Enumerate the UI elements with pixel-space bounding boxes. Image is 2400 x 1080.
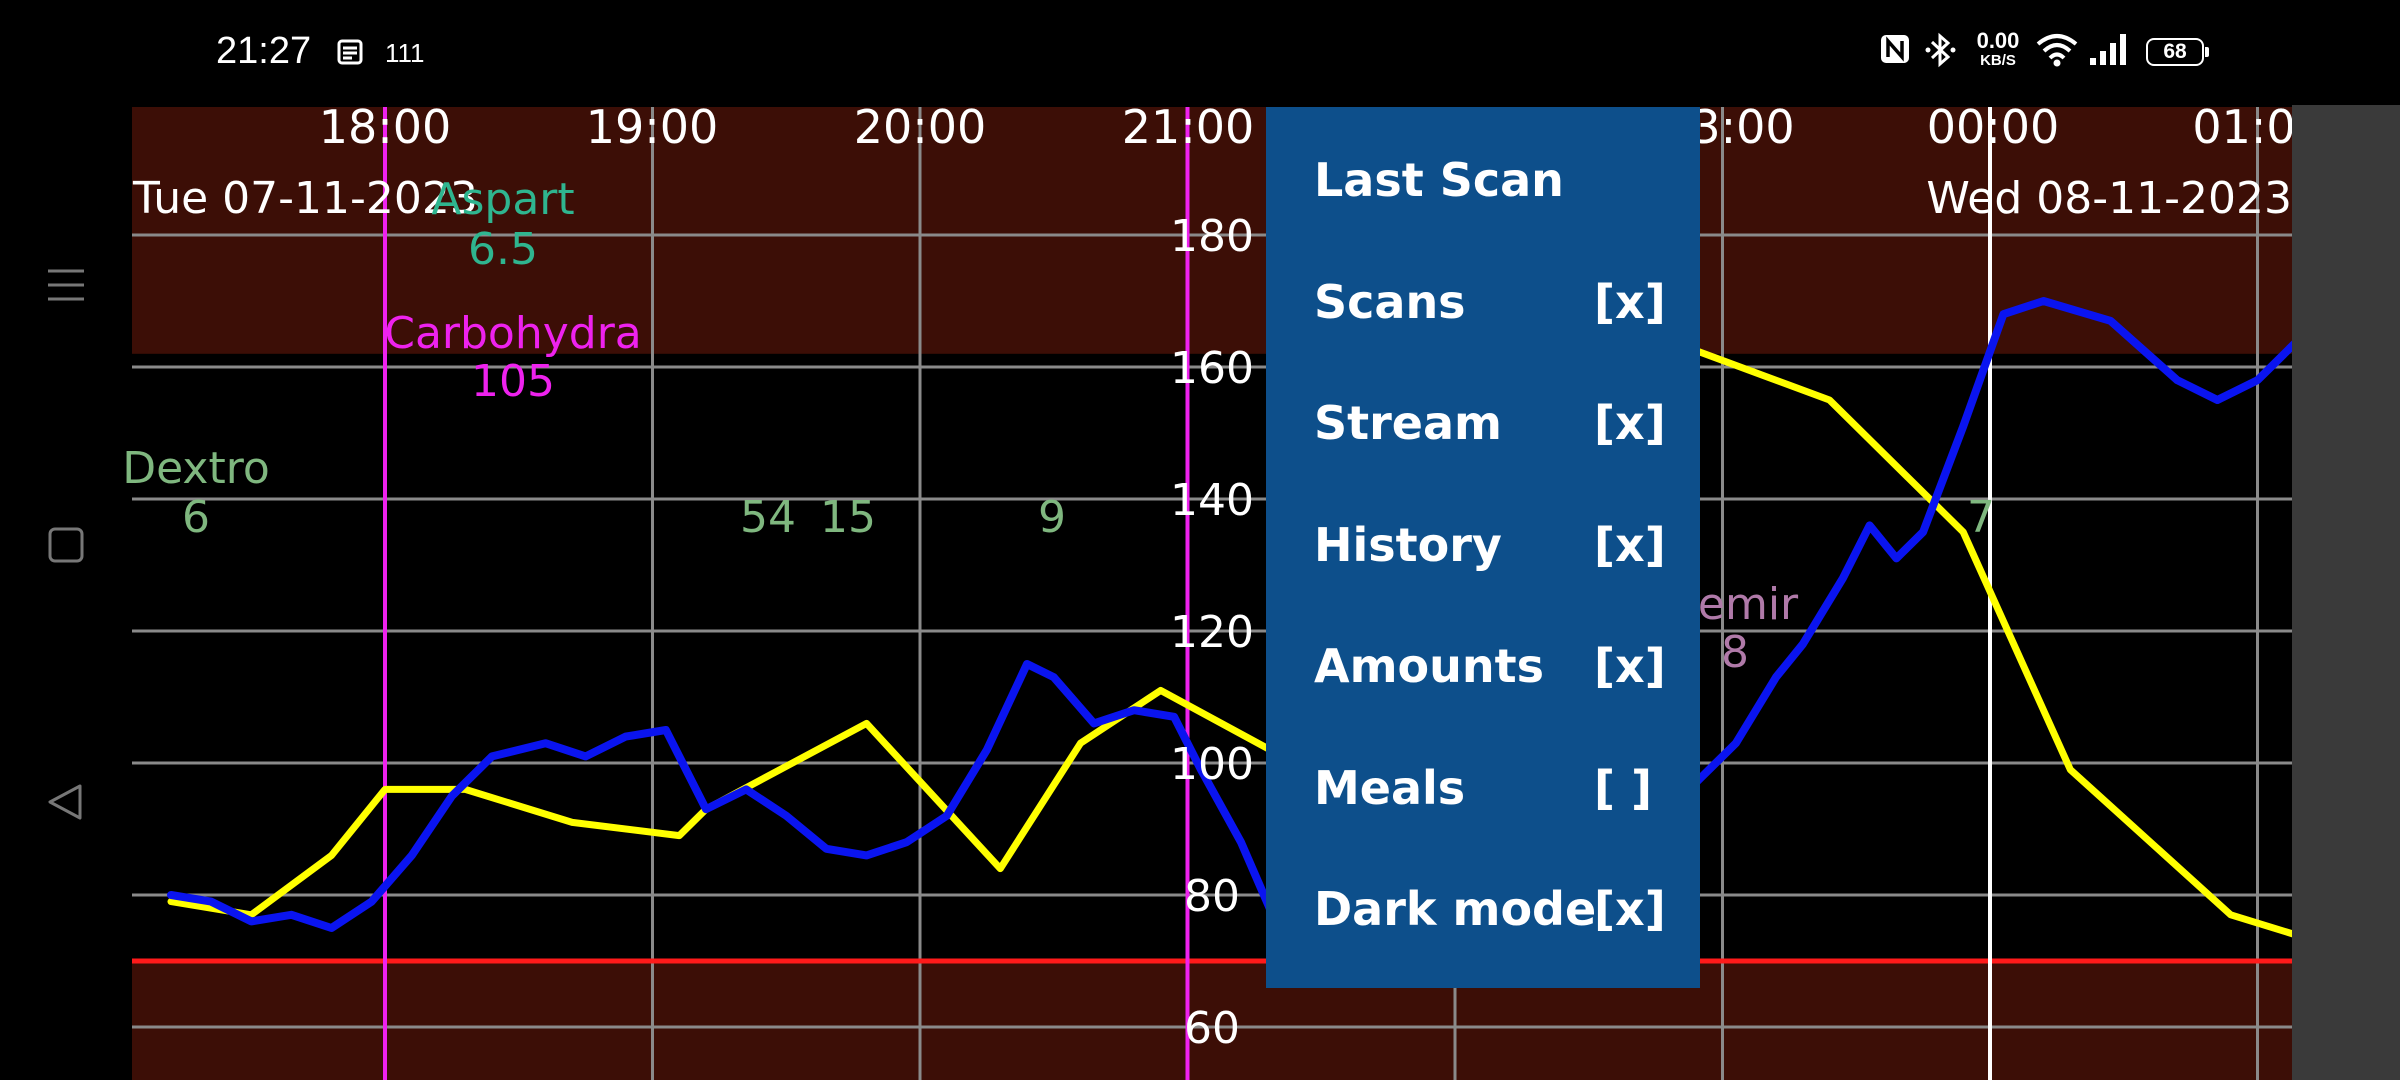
y-tick-label: 160 bbox=[1170, 343, 1254, 394]
annotation-name: Dextro bbox=[122, 443, 270, 494]
menu-item-meals[interactable]: Meals [ ] bbox=[1266, 731, 1700, 841]
time-tick-label: 18:00 bbox=[319, 100, 452, 154]
y-tick-label: 80 bbox=[1184, 871, 1240, 922]
y-tick-label: 180 bbox=[1170, 211, 1254, 262]
annotation-name: Carbohydra bbox=[384, 308, 642, 359]
menu-item-label: Stream bbox=[1314, 396, 1502, 450]
annotation-value: 6.5 bbox=[468, 224, 538, 275]
network-speed-unit: KB/S bbox=[1980, 52, 2016, 69]
menu-item-history[interactable]: History [x] bbox=[1266, 488, 1700, 598]
bluetooth-icon bbox=[1925, 32, 1956, 68]
menu-item-checkbox[interactable]: [ ] bbox=[1594, 761, 1652, 815]
menu-item-scans[interactable]: Scans [x] bbox=[1266, 245, 1700, 355]
annotation-value: 6 bbox=[182, 492, 210, 543]
time-tick-label: 19:00 bbox=[586, 100, 719, 154]
menu-item-label: Dark mode bbox=[1314, 882, 1597, 936]
menu-item-checkbox[interactable]: [x] bbox=[1594, 396, 1666, 450]
menu-item-stream[interactable]: Stream [x] bbox=[1266, 366, 1700, 476]
time-tick-label: 01:0 bbox=[2192, 100, 2295, 154]
glucose-chart[interactable]: 18:00 19:00 20:00 21:00 3:00 00:00 01:0 Tue 07-… bbox=[0, 0, 2400, 1080]
time-tick-label: 21:00 bbox=[1122, 100, 1255, 154]
annotation-value: 7 bbox=[1967, 492, 1995, 543]
y-tick-label: 140 bbox=[1170, 475, 1254, 526]
menu-item-label: Scans bbox=[1314, 274, 1466, 329]
menu-item-checkbox[interactable]: [x] bbox=[1594, 275, 1666, 329]
annotation-value: 9 bbox=[1038, 492, 1066, 543]
menu-icon[interactable] bbox=[44, 263, 88, 307]
y-tick-label: 60 bbox=[1184, 1003, 1240, 1054]
annotation-value: 8 bbox=[1721, 627, 1749, 678]
square-icon[interactable] bbox=[44, 523, 88, 567]
menu-item-amounts[interactable]: Amounts [x] bbox=[1266, 609, 1700, 719]
annotation-value: 105 bbox=[471, 356, 555, 407]
battery-icon: 68 bbox=[2146, 38, 2209, 66]
back-icon[interactable] bbox=[44, 780, 88, 824]
options-menu: Last Scan Scans [x] Stream [x] History [x] Amou… bbox=[1266, 107, 1700, 988]
status-bar: 21:27 111 0.00 KB/S 68 bbox=[0, 0, 2400, 105]
annotation-value: 54 bbox=[740, 492, 796, 543]
network-speed-value: 0.00 bbox=[1976, 28, 2020, 53]
menu-item-last-scan[interactable]: Last Scan bbox=[1266, 123, 1700, 233]
time-tick-label: 3:00 bbox=[1691, 100, 1794, 154]
time-tick-label: 00:00 bbox=[1927, 100, 2060, 154]
menu-item-checkbox[interactable]: [x] bbox=[1594, 882, 1666, 936]
notification-count: 111 bbox=[385, 38, 425, 68]
chart-right-gutter bbox=[2292, 105, 2400, 1080]
menu-item-dark-mode[interactable]: Dark mode [x] bbox=[1266, 852, 1700, 962]
signal-icon bbox=[2090, 34, 2126, 65]
navigation-bar bbox=[0, 105, 132, 1080]
nfc-icon bbox=[1881, 35, 1909, 63]
menu-item-label: History bbox=[1314, 517, 1502, 572]
y-tick-label: 100 bbox=[1170, 739, 1254, 790]
menu-item-label: Meals bbox=[1314, 760, 1466, 815]
wifi-icon bbox=[2036, 34, 2078, 67]
clock: 21:27 bbox=[216, 30, 312, 72]
notes-icon bbox=[337, 39, 363, 65]
menu-item-label: Amounts bbox=[1314, 639, 1544, 693]
date-left-label: Tue 07-11-2023 bbox=[132, 173, 478, 224]
menu-item-checkbox[interactable]: [x] bbox=[1594, 639, 1666, 693]
y-tick-label: 120 bbox=[1170, 607, 1254, 658]
annotation-name: Aspart bbox=[431, 174, 574, 225]
network-speed: 0.00 KB/S bbox=[1970, 28, 2026, 69]
screen: 18:00 19:00 20:00 21:00 3:00 00:00 01:0 Tue 07-… bbox=[0, 0, 2400, 1080]
menu-item-checkbox[interactable]: [x] bbox=[1594, 518, 1666, 572]
date-right-label: Wed 08-11-2023 bbox=[1926, 173, 2292, 224]
menu-item-label: Last Scan bbox=[1314, 153, 1564, 207]
time-tick-label: 20:00 bbox=[854, 100, 987, 154]
annotation-value: 15 bbox=[820, 492, 876, 543]
